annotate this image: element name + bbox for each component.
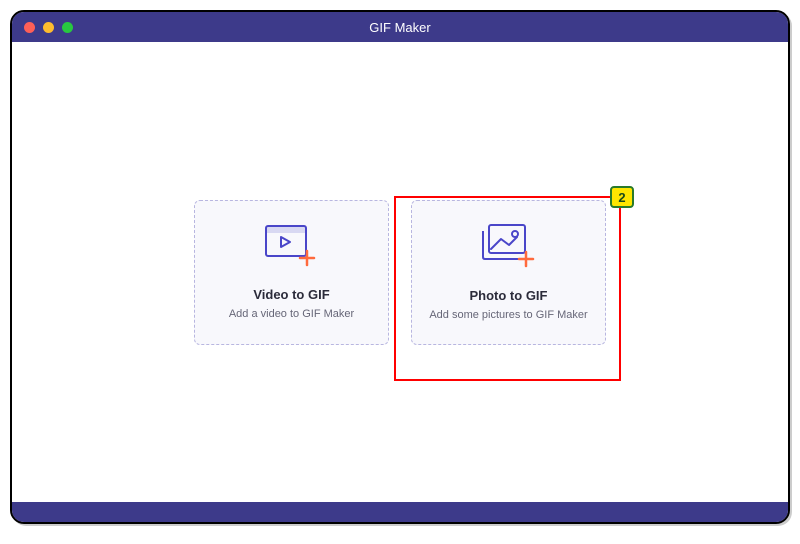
maximize-window-button[interactable] (62, 22, 73, 33)
close-window-button[interactable] (24, 22, 35, 33)
window-title: GIF Maker (369, 20, 430, 35)
photo-to-gif-icon (481, 223, 537, 274)
video-to-gif-icon (264, 224, 320, 273)
app-window: GIF Maker Video to GIF Add a video to GI… (10, 10, 790, 524)
photo-card-title: Photo to GIF (470, 288, 548, 303)
photo-card-subtitle: Add some pictures to GIF Maker (429, 309, 587, 321)
video-card-title: Video to GIF (253, 287, 329, 302)
tutorial-step-badge: 2 (610, 186, 634, 208)
titlebar: GIF Maker (12, 12, 788, 42)
bottom-bar (12, 502, 788, 522)
minimize-window-button[interactable] (43, 22, 54, 33)
video-to-gif-card[interactable]: Video to GIF Add a video to GIF Maker (194, 200, 389, 345)
main-content: Video to GIF Add a video to GIF Maker Ph… (12, 42, 788, 502)
photo-to-gif-card[interactable]: Photo to GIF Add some pictures to GIF Ma… (411, 200, 606, 345)
window-controls (24, 22, 73, 33)
video-card-subtitle: Add a video to GIF Maker (229, 308, 354, 320)
